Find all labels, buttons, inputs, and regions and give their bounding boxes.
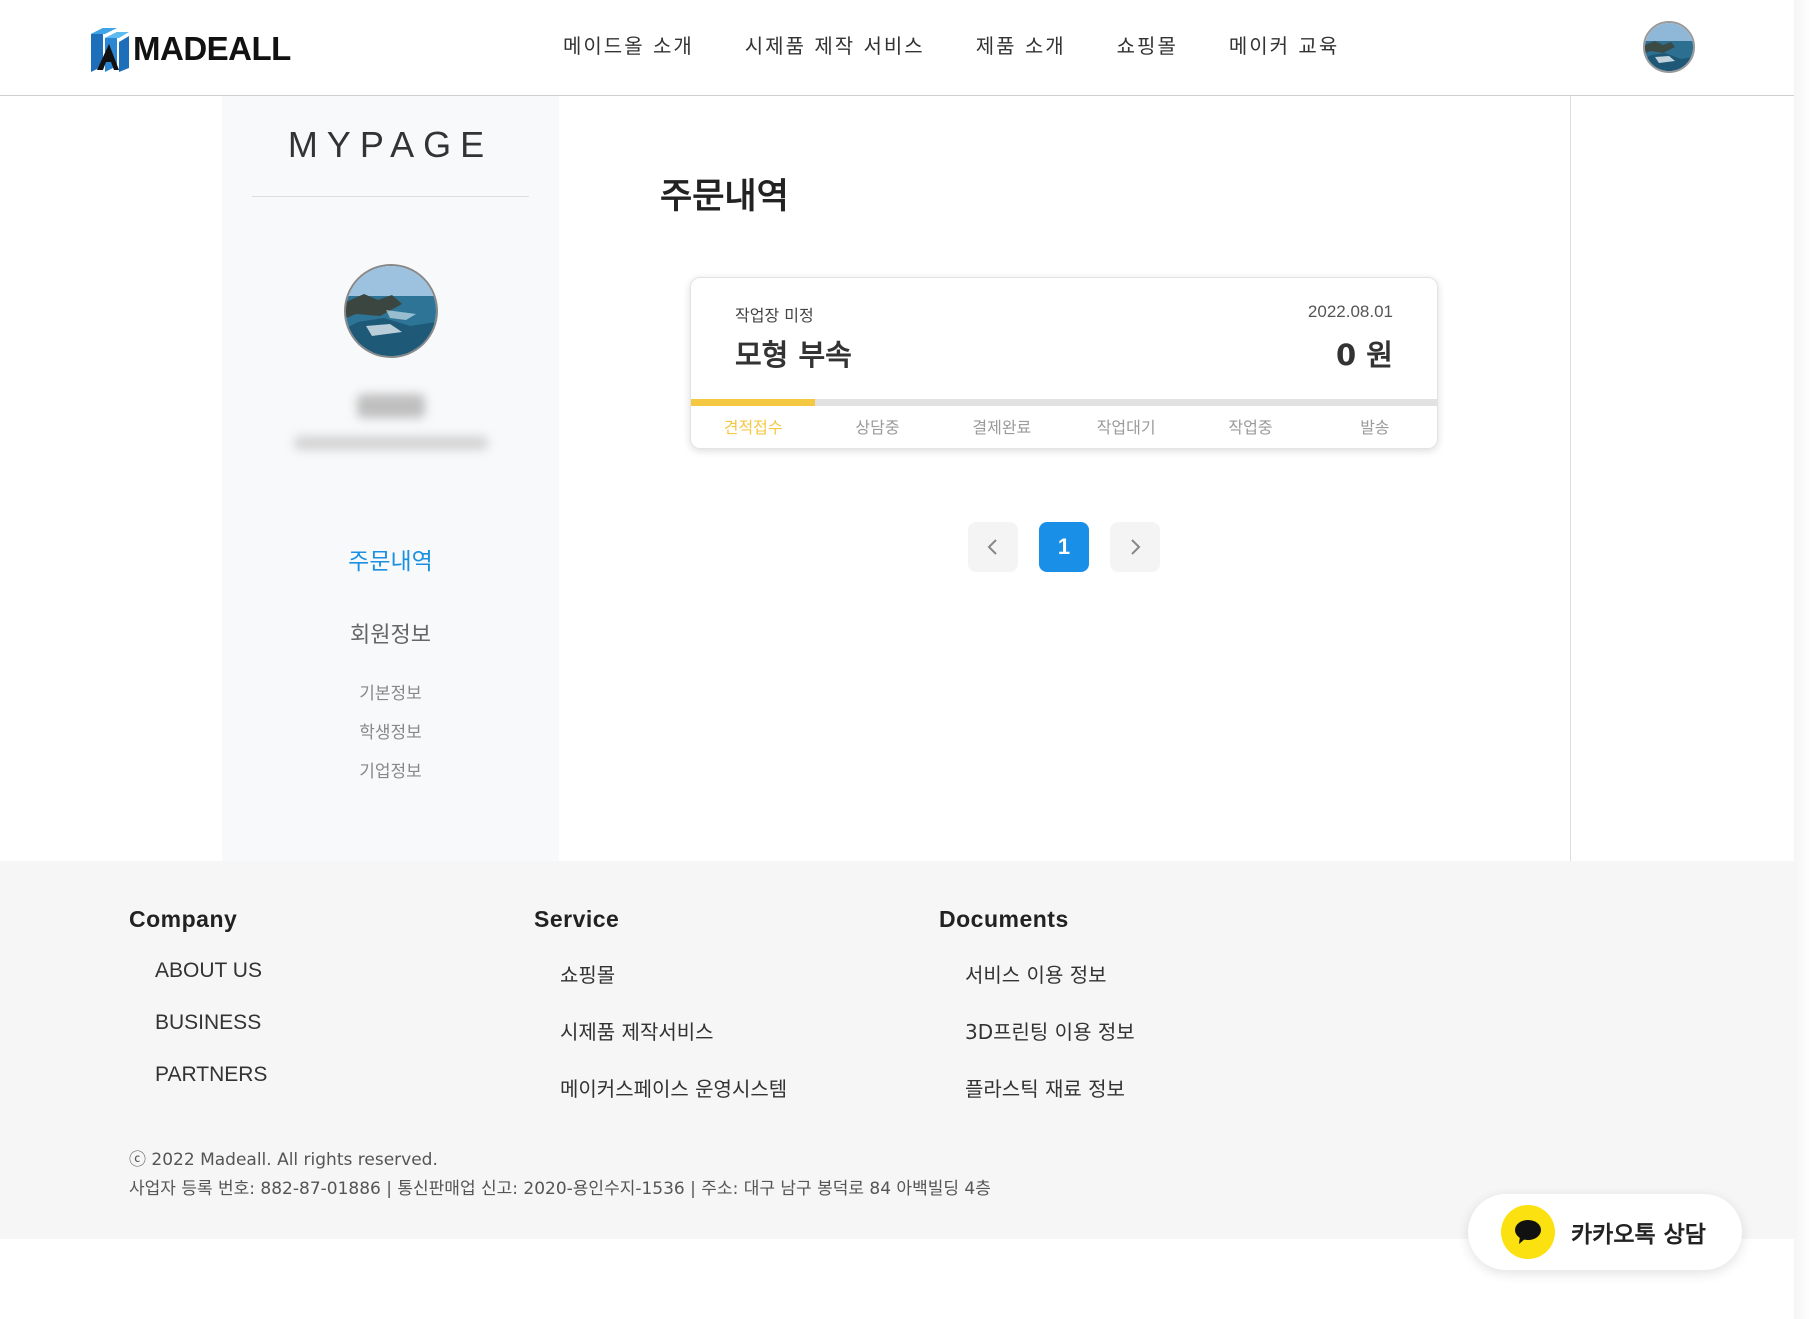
order-progress-track	[691, 399, 1437, 406]
status-step: 결제완료	[972, 418, 1032, 437]
profile-avatar[interactable]	[344, 264, 438, 358]
avatar-photo-icon	[1645, 23, 1693, 71]
footer-documents: Documents 서비스 이용 정보 3D프린팅 이용 정보 플라스틱 재료 …	[939, 906, 1135, 1102]
order-workshop: 작업장 미정	[735, 306, 814, 325]
sidebar-item-member-info[interactable]: 회원정보	[222, 617, 559, 649]
status-step: 상담중	[855, 418, 900, 437]
footer-business-info: 사업자 등록 번호: 882-87-01886 | 통신판매업 신고: 2020…	[129, 1179, 991, 1199]
nav-item-prototype-service[interactable]: 시제품 제작 서비스	[745, 30, 925, 59]
status-step: 견적접수	[723, 418, 783, 437]
footer-link-partners[interactable]: PARTNERS	[155, 1063, 267, 1087]
kakao-chat-label: 카카오톡 상담	[1571, 1222, 1706, 1248]
nav-item-products[interactable]: 제품 소개	[976, 30, 1066, 59]
nav-item-maker-education[interactable]: 메이커 교육	[1229, 30, 1339, 59]
site-header: MADEALL 메이드올 소개 시제품 제작 서비스 제품 소개 쇼핑몰 메이커…	[0, 0, 1795, 96]
order-card[interactable]: 작업장 미정 2022.08.01 모형 부속 0 원 견적접수 상담중 결제완…	[690, 277, 1438, 449]
pagination-prev-button[interactable]	[968, 522, 1018, 572]
nav-item-shop[interactable]: 쇼핑몰	[1117, 30, 1178, 59]
status-step: 발송	[1360, 418, 1390, 437]
footer-link-3d-printing-info[interactable]: 3D프린팅 이용 정보	[965, 1016, 1135, 1045]
footer-link-service-info[interactable]: 서비스 이용 정보	[965, 959, 1135, 988]
sidebar-item-orders[interactable]: 주문내역	[222, 542, 559, 576]
sidebar-item-company-info[interactable]: 기업정보	[222, 757, 559, 782]
chevron-right-icon	[1131, 539, 1141, 555]
footer-heading-documents: Documents	[939, 906, 1069, 932]
status-step: 작업대기	[1096, 418, 1156, 437]
sidebar-item-student-info[interactable]: 학생정보	[222, 718, 559, 743]
status-step: 작업중	[1228, 418, 1273, 437]
user-avatar[interactable]	[1643, 21, 1695, 73]
footer-service: Service 쇼핑몰 시제품 제작서비스 메이커스페이스 운영시스템	[534, 906, 787, 1102]
content-right-border	[1570, 96, 1571, 861]
sidebar-divider	[252, 196, 529, 197]
logo[interactable]: MADEALL	[89, 26, 291, 72]
kakao-chat-button[interactable]: 카카오톡 상담	[1468, 1194, 1742, 1270]
order-progress-fill	[691, 399, 816, 406]
order-product-name: 모형 부속	[735, 338, 852, 372]
madeall-logo-icon	[91, 28, 129, 72]
mypage-sidebar: MYPAGE 주문내역 회원정보 기본정보 학생정보 기업정보	[222, 96, 559, 861]
nav-item-about[interactable]: 메이드올 소개	[563, 30, 694, 59]
order-date: 2022.08.01	[1307, 302, 1393, 321]
footer-link-business[interactable]: BUSINESS	[155, 1011, 267, 1035]
footer-company: Company ABOUT US BUSINESS PARTNERS	[129, 906, 267, 1087]
sidebar-title: MYPAGE	[287, 124, 494, 165]
pagination-next-button[interactable]	[1110, 522, 1160, 572]
footer-link-plastic-material-info[interactable]: 플라스틱 재료 정보	[965, 1073, 1135, 1102]
footer-link-prototype-service[interactable]: 시제품 제작서비스	[560, 1016, 787, 1045]
main-nav: 메이드올 소개 시제품 제작 서비스 제품 소개 쇼핑몰 메이커 교육	[563, 30, 1339, 59]
chevron-left-icon	[987, 539, 997, 555]
footer-copyright: ⓒ 2022 Madeall. All rights reserved.	[129, 1150, 438, 1170]
footer-link-shop[interactable]: 쇼핑몰	[560, 959, 787, 988]
sidebar-item-basic-info[interactable]: 기본정보	[222, 679, 559, 704]
profile-name-redacted	[357, 394, 425, 418]
site-footer: Company ABOUT US BUSINESS PARTNERS Servi…	[0, 861, 1795, 1239]
profile-photo-icon	[346, 266, 436, 356]
footer-link-about-us[interactable]: ABOUT US	[155, 959, 267, 983]
page-title: 주문내역	[660, 177, 789, 217]
logo-text: MADEALL	[133, 30, 291, 67]
order-price: 0 원	[1336, 338, 1393, 372]
footer-link-makerspace-system[interactable]: 메이커스페이스 운영시스템	[560, 1073, 787, 1102]
order-status-steps: 견적접수 상담중 결제완료 작업대기 작업중 발송	[691, 414, 1437, 438]
page-edge	[1794, 0, 1811, 1319]
footer-heading-service: Service	[534, 906, 620, 932]
footer-heading-company: Company	[129, 906, 238, 932]
profile-email-redacted	[294, 436, 488, 450]
kakao-chat-icon	[1501, 1205, 1555, 1259]
pagination-page-current[interactable]: 1	[1039, 522, 1089, 572]
